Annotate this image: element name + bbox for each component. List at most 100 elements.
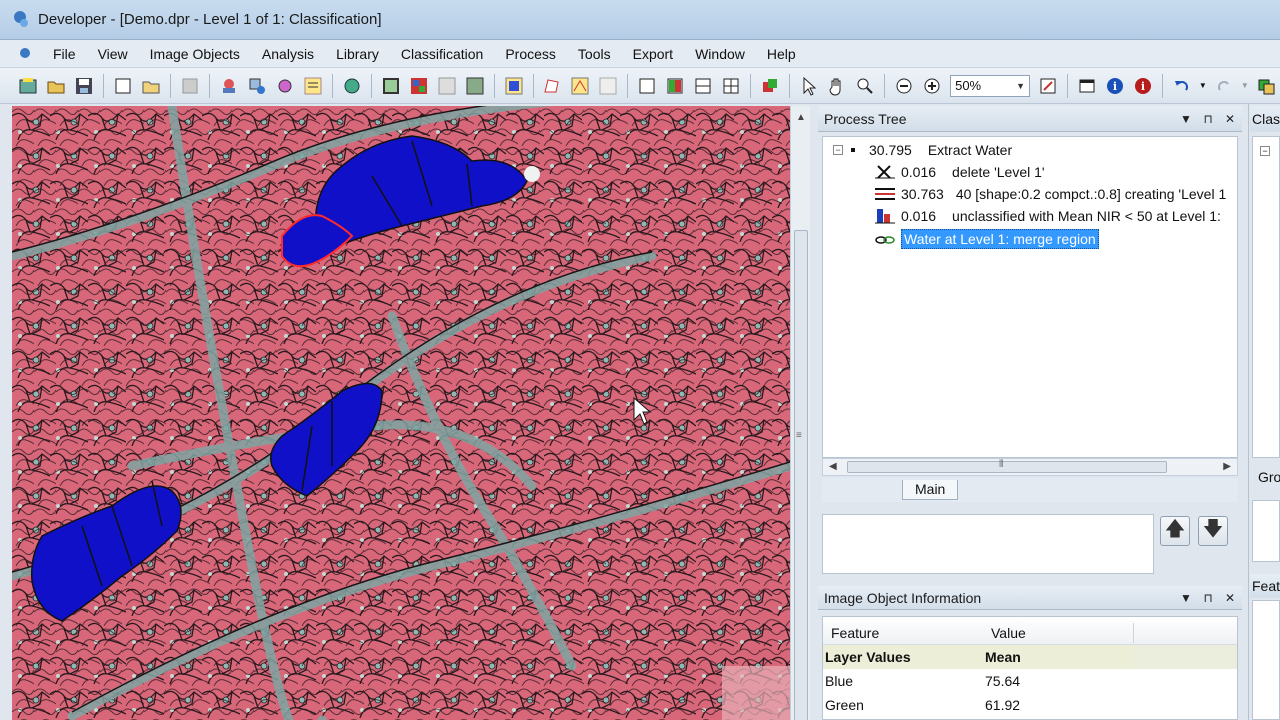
menu-process[interactable]: Process [494, 40, 567, 68]
split-quad-icon[interactable] [718, 73, 744, 99]
image-view[interactable] [12, 106, 790, 720]
image-object-info-title: Image Object Information [824, 589, 982, 606]
column-header-feature[interactable]: Feature [831, 625, 879, 641]
link-views-icon[interactable] [757, 73, 783, 99]
close-icon[interactable]: ✕ [1224, 112, 1236, 126]
class-detail-box [1252, 500, 1280, 562]
zoom-to-window-icon[interactable] [1035, 73, 1061, 99]
view-layer-icon[interactable] [378, 73, 404, 99]
feature-value: 75.64 [985, 673, 1021, 689]
tree-row[interactable]: 30.763 40 [shape:0.2 compct.:0.8] creati… [875, 183, 1226, 205]
info-icon[interactable]: i [1102, 73, 1128, 99]
move-up-button[interactable]: 🡅 [1160, 516, 1190, 546]
show-outlines-icon[interactable] [501, 73, 527, 99]
arrow-down-icon: 🡇 [1202, 518, 1224, 540]
process-settings-icon[interactable] [300, 73, 326, 99]
chevron-down-icon[interactable]: ▼ [1016, 81, 1025, 91]
open-project-icon[interactable] [43, 73, 69, 99]
menu-window[interactable]: Window [684, 40, 756, 68]
window-icon[interactable] [1074, 73, 1100, 99]
scroll-thumb[interactable] [794, 230, 808, 720]
menu-classification[interactable]: Classification [390, 40, 494, 68]
manage-layers-icon[interactable] [1253, 73, 1279, 99]
view-classification-icon[interactable] [406, 73, 432, 99]
tree-row-selected[interactable]: Water at Level 1: merge region [875, 228, 1099, 250]
undo-icon[interactable] [1169, 73, 1195, 99]
collapse-icon[interactable]: − [833, 145, 843, 155]
row-time: 30.795 [869, 142, 912, 158]
grip-icon: ≡ [796, 430, 802, 441]
pin-icon[interactable]: ⊓ [1202, 591, 1214, 605]
menu-file[interactable]: File [42, 40, 87, 68]
row-label: unclassified with Mean NIR < 50 at Level… [952, 208, 1221, 224]
layers-icon[interactable] [216, 73, 242, 99]
split-horizontal-icon[interactable] [690, 73, 716, 99]
image-vertical-scrollbar[interactable]: ▲ ≡ [790, 106, 810, 720]
table-row[interactable]: Green 61.92 [823, 693, 1237, 717]
process-edit-box[interactable] [822, 514, 1154, 574]
process-tree-horizontal-scrollbar[interactable]: ◀ ⦀ ▶ [822, 458, 1238, 476]
menu-library[interactable]: Library [325, 40, 390, 68]
select-pointer-icon[interactable] [796, 73, 822, 99]
layer-settings-icon[interactable] [244, 73, 270, 99]
menu-view[interactable]: View [87, 40, 139, 68]
skeleton-icon[interactable] [567, 73, 593, 99]
move-down-button[interactable]: 🡇 [1198, 516, 1228, 546]
close-icon[interactable]: ✕ [1224, 591, 1236, 605]
table-group-row[interactable]: Layer Values Mean [823, 645, 1237, 669]
app-icon [10, 9, 32, 31]
view-outline-icon[interactable] [462, 73, 488, 99]
new-workspace-icon[interactable] [110, 73, 136, 99]
save-workspace-icon[interactable] [177, 73, 203, 99]
feature-value: 61.92 [985, 697, 1021, 713]
scroll-left-icon[interactable]: ◀ [829, 461, 837, 472]
redo-icon[interactable] [1211, 73, 1237, 99]
zoom-area-icon[interactable] [852, 73, 878, 99]
polygons-icon[interactable] [540, 73, 566, 99]
row-time: 0.016 [901, 164, 937, 180]
split-vertical-icon[interactable] [662, 73, 688, 99]
scroll-right-icon[interactable]: ▶ [1223, 461, 1231, 472]
menu-export[interactable]: Export [622, 40, 684, 68]
view-samples-icon[interactable] [434, 73, 460, 99]
pin-icon[interactable]: ⊓ [1202, 112, 1214, 126]
undo-dropdown-icon[interactable]: ▼ [1197, 73, 1209, 99]
globe-icon[interactable] [339, 73, 365, 99]
pan-hand-icon[interactable] [824, 73, 850, 99]
zoom-in-icon[interactable] [919, 73, 945, 99]
tree-row[interactable]: 0.016 delete 'Level 1' [875, 161, 1045, 183]
menu-help[interactable]: Help [756, 40, 807, 68]
scroll-up-icon[interactable]: ▲ [796, 112, 806, 123]
image-view-icon[interactable] [595, 73, 621, 99]
table-row[interactable]: Blue 75.64 [823, 669, 1237, 693]
image-object-info-titlebar: Image Object Information ▼ ⊓ ✕ [818, 586, 1242, 610]
collapse-icon[interactable]: − [1260, 146, 1270, 156]
zoom-out-icon[interactable] [891, 73, 917, 99]
menu-analysis[interactable]: Analysis [251, 40, 325, 68]
save-project-icon[interactable] [71, 73, 97, 99]
panel-menu-icon[interactable]: ▼ [1180, 112, 1192, 126]
object-settings-icon[interactable] [272, 73, 298, 99]
row-label: Water at Level 1: merge region [901, 229, 1099, 249]
feature-name: Blue [825, 673, 854, 689]
tree-row[interactable]: 0.016 unclassified with Mean NIR < 50 at… [875, 205, 1221, 227]
zoom-select[interactable]: 50% ▼ [950, 74, 1031, 97]
column-header-value[interactable]: Value [991, 625, 1026, 641]
panel-menu-icon[interactable]: ▼ [1180, 591, 1192, 605]
segmentation-icon [875, 186, 895, 202]
new-project-icon[interactable] [15, 73, 41, 99]
title-bar: Developer - [Demo.dpr - Level 1 of 1: Cl… [0, 0, 1280, 40]
open-workspace-icon[interactable] [138, 73, 164, 99]
menu-tools[interactable]: Tools [567, 40, 622, 68]
document-icon[interactable] [12, 44, 34, 64]
tab-groups[interactable]: Gro [1254, 466, 1280, 488]
feature-info-icon[interactable]: i [1130, 73, 1156, 99]
scroll-thumb[interactable] [847, 461, 1167, 473]
tab-main[interactable]: Main [902, 480, 959, 500]
menu-image-objects[interactable]: Image Objects [139, 40, 251, 68]
single-view-icon[interactable] [634, 73, 660, 99]
tree-row-root[interactable]: − 30.795 Extract Water [833, 139, 1012, 161]
redo-dropdown-icon[interactable]: ▼ [1239, 73, 1251, 99]
row-label: delete 'Level 1' [952, 164, 1045, 180]
group-value: Mean [985, 649, 1021, 665]
